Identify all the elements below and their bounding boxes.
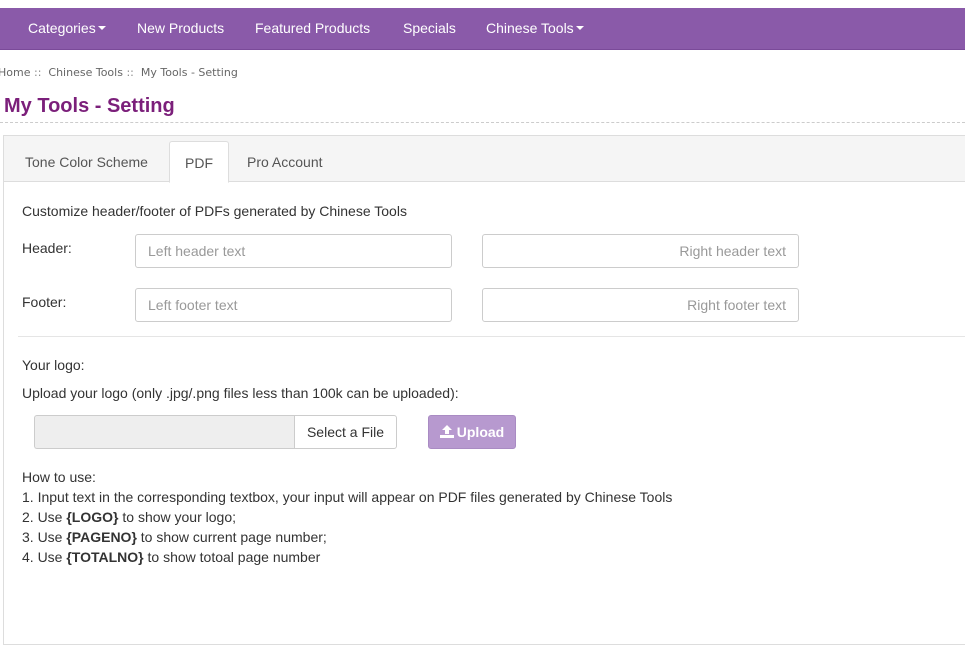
caret-down-icon bbox=[97, 26, 106, 31]
breadcrumb-home[interactable]: Home bbox=[0, 66, 30, 79]
howto-line-4: 4. Use {TOTALNO} to show totoal page num… bbox=[22, 549, 320, 565]
right-footer-input[interactable] bbox=[482, 288, 799, 322]
nav-chinese-tools[interactable]: Chinese Tools bbox=[486, 8, 584, 49]
nav-categories[interactable]: Categories bbox=[28, 8, 106, 49]
nav-specials[interactable]: Specials bbox=[403, 8, 456, 49]
howto-line-3: 3. Use {PAGENO} to show current page num… bbox=[22, 529, 327, 545]
breadcrumb-separator: :: bbox=[33, 66, 42, 79]
header-label: Header: bbox=[22, 240, 72, 256]
tab-pdf[interactable]: PDF bbox=[169, 141, 229, 183]
footer-label: Footer: bbox=[22, 294, 67, 310]
left-footer-input[interactable] bbox=[135, 288, 452, 322]
howto-line-4-suffix: to show totoal page number bbox=[143, 549, 321, 565]
logo-token: {LOGO} bbox=[66, 509, 119, 525]
nav-categories-label: Categories bbox=[28, 20, 96, 36]
upload-hint-text: Upload your logo (only .jpg/.png files l… bbox=[22, 385, 459, 401]
nav-featured-products[interactable]: Featured Products bbox=[255, 8, 370, 49]
howto-line-4-prefix: 4. Use bbox=[22, 549, 67, 565]
upload-button[interactable]: Upload bbox=[428, 415, 516, 449]
pageno-token: {PAGENO} bbox=[66, 529, 137, 545]
howto-line-2-prefix: 2. Use bbox=[22, 509, 67, 525]
breadcrumb-chinese-tools[interactable]: Chinese Tools bbox=[48, 66, 123, 79]
top-navbar: Categories New Products Featured Product… bbox=[0, 8, 965, 50]
select-file-button[interactable]: Select a File bbox=[294, 415, 397, 449]
breadcrumb-separator: :: bbox=[126, 66, 134, 79]
section-divider bbox=[18, 336, 965, 337]
title-divider bbox=[0, 122, 965, 123]
totalno-token: {TOTALNO} bbox=[66, 549, 144, 565]
howto-line-3-suffix: to show current page number; bbox=[136, 529, 327, 545]
nav-new-products[interactable]: New Products bbox=[137, 8, 224, 49]
pdf-intro-text: Customize header/footer of PDFs generate… bbox=[22, 203, 407, 219]
tab-pro-account[interactable]: Pro Account bbox=[231, 141, 339, 183]
nav-chinese-tools-label: Chinese Tools bbox=[486, 20, 574, 36]
selected-file-display[interactable] bbox=[34, 415, 295, 449]
logo-label: Your logo: bbox=[22, 357, 85, 373]
howto-line-2-suffix: to show your logo; bbox=[118, 509, 236, 525]
breadcrumb: Home :: Chinese Tools :: My Tools - Sett… bbox=[0, 66, 238, 79]
caret-down-icon bbox=[575, 26, 584, 31]
howto-line-2: 2. Use {LOGO} to show your logo; bbox=[22, 509, 236, 525]
left-header-input[interactable] bbox=[135, 234, 452, 268]
howto-title: How to use: bbox=[22, 469, 96, 485]
howto-line-3-prefix: 3. Use bbox=[22, 529, 67, 545]
nav-featured-products-label: Featured Products bbox=[255, 20, 371, 36]
nav-new-products-label: New Products bbox=[137, 20, 225, 36]
upload-icon bbox=[439, 425, 454, 438]
page-title: My Tools - Setting bbox=[4, 95, 175, 117]
upload-button-label: Upload bbox=[456, 424, 505, 440]
howto-line-1: 1. Input text in the corresponding textb… bbox=[22, 489, 673, 505]
breadcrumb-current: My Tools - Setting bbox=[140, 66, 238, 79]
nav-specials-label: Specials bbox=[403, 20, 456, 36]
tab-tone-color-scheme[interactable]: Tone Color Scheme bbox=[9, 141, 164, 183]
right-header-input[interactable] bbox=[482, 234, 799, 268]
